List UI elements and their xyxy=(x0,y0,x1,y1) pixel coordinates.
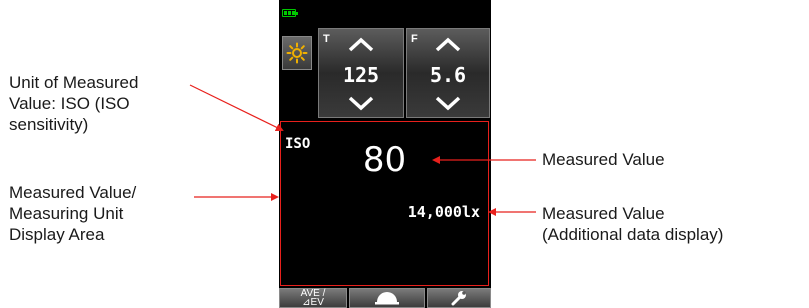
arrow-unit xyxy=(189,84,284,131)
annotation-arrows xyxy=(189,84,536,216)
